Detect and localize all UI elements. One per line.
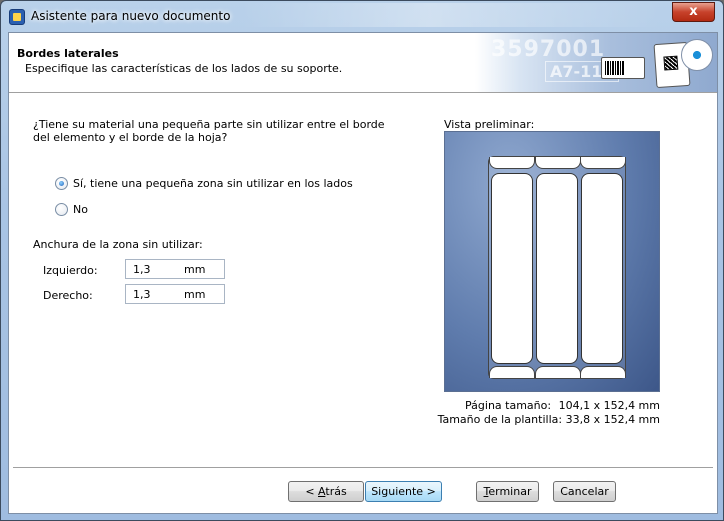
option-no-label[interactable]: No: [73, 203, 88, 216]
footer-divider: [13, 467, 713, 469]
page-size-label: Página tamaño:: [465, 399, 552, 412]
next-button[interactable]: Siguiente >: [365, 481, 442, 502]
preview-pane: [444, 131, 660, 392]
header-banner-image: 3597001 A7-118: [475, 33, 717, 92]
cancel-button[interactable]: Cancelar: [553, 481, 616, 502]
cancel-button-label: Cancelar: [560, 485, 609, 498]
preview-label: Vista preliminar:: [444, 118, 535, 131]
step-title: Bordes laterales: [17, 47, 119, 60]
template-size-label: Tamaño de la plantilla:: [437, 413, 563, 426]
back-button-label: trás: [325, 485, 347, 498]
margin-question: ¿Tiene su material una pequeña parte sin…: [33, 118, 385, 144]
close-icon: x: [689, 4, 698, 19]
wizard-client-area: Bordes laterales Especifique las caracte…: [8, 32, 718, 514]
label-bottom-tab: [489, 366, 535, 378]
right-margin-input[interactable]: 1,3 mm: [125, 284, 225, 304]
template-size-info: Tamaño de la plantilla: 33,8 x 152,4 mm: [429, 413, 660, 426]
label-column: [491, 173, 533, 364]
app-icon: [9, 9, 25, 25]
left-margin-input[interactable]: 1,3 mm: [125, 259, 225, 279]
wizard-window: Asistente para nuevo documento x Bordes …: [0, 0, 724, 521]
option-yes-label[interactable]: Sí, tiene una pequeña zona sin utilizar …: [73, 177, 353, 190]
back-button[interactable]: < Atrás: [288, 481, 364, 502]
right-margin-value[interactable]: 1,3: [133, 288, 151, 301]
finish-button-label: erminar: [488, 485, 532, 498]
option-no-radio[interactable]: No: [55, 203, 88, 216]
disc-label-icon: [681, 39, 713, 71]
window-title: Asistente para nuevo documento: [31, 9, 231, 23]
left-margin-unit: mm: [184, 263, 206, 276]
finish-button[interactable]: Terminar: [476, 481, 539, 502]
page-size-value: 104,1 x 152,4 mm: [558, 399, 660, 412]
label-top-tab: [580, 157, 626, 169]
step-subtitle: Especifique las características de los l…: [25, 62, 343, 75]
wizard-header: Bordes laterales Especifique las caracte…: [9, 33, 717, 93]
template-size-value: 33,8 x 152,4 mm: [565, 413, 660, 426]
left-margin-label: Izquierdo:: [43, 264, 98, 277]
radio-checked-icon[interactable]: [55, 177, 68, 190]
label-bottom-tab: [535, 366, 581, 378]
close-button[interactable]: x: [672, 2, 715, 22]
right-margin-unit: mm: [184, 288, 206, 301]
label-bottom-tab: [580, 366, 626, 378]
label-top-tab: [489, 157, 535, 169]
right-margin-label: Derecho:: [43, 289, 93, 302]
label-top-tab: [535, 157, 581, 169]
next-button-label: Siguiente >: [371, 485, 436, 498]
title-bar-glow: [241, 3, 661, 27]
unused-width-label: Anchura de la zona sin utilizar:: [33, 238, 203, 251]
back-button-prefix: <: [305, 485, 319, 498]
label-column: [581, 173, 623, 364]
barcode-label-icon: [601, 57, 645, 79]
banner-digits: 3597001: [491, 37, 606, 62]
left-margin-value[interactable]: 1,3: [133, 263, 151, 276]
option-yes-radio[interactable]: Sí, tiene una pequeña zona sin utilizar …: [55, 177, 353, 190]
label-sheet-preview: [488, 156, 626, 379]
page-size-info: Página tamaño: 104,1 x 152,4 mm: [444, 399, 660, 412]
radio-unchecked-icon[interactable]: [55, 203, 68, 216]
title-bar[interactable]: Asistente para nuevo documento x: [1, 1, 723, 33]
label-column: [536, 173, 578, 364]
